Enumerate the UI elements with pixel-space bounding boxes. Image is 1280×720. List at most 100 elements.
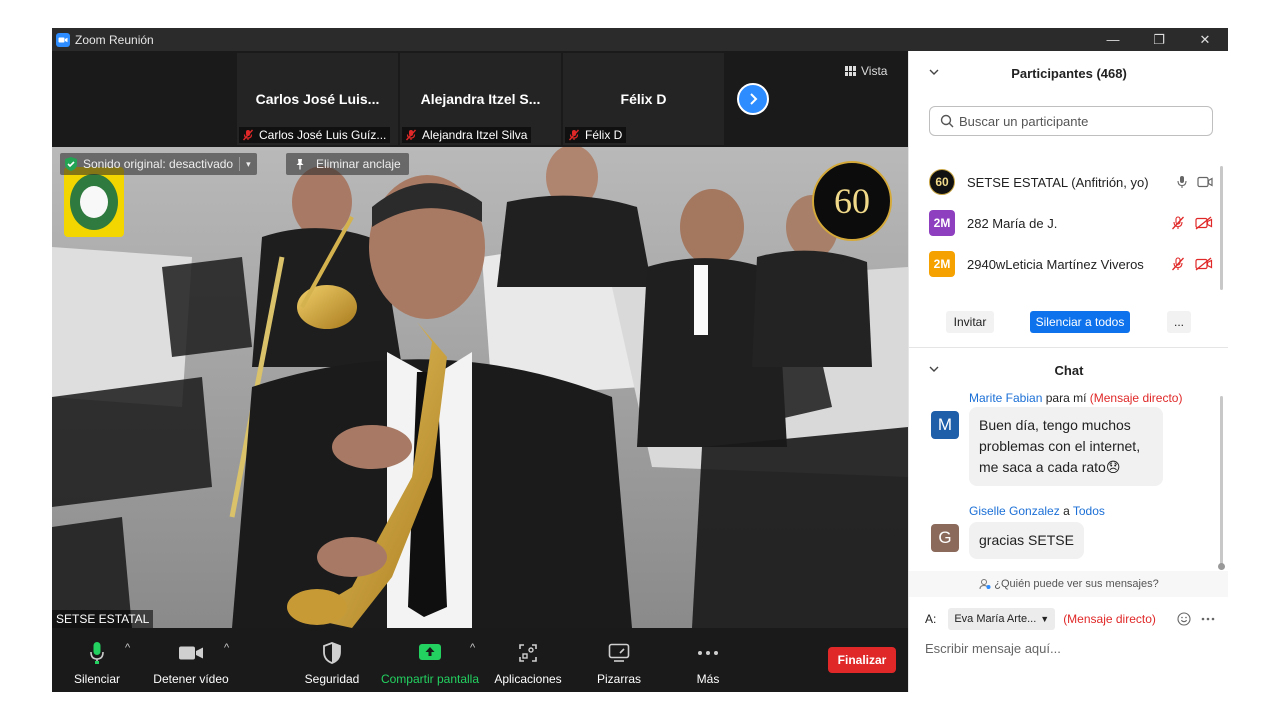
participant-tile[interactable]: Carlos José Luis... Carlos José Luis Guí…	[237, 53, 398, 145]
divider	[909, 347, 1228, 348]
recipient-select[interactable]: Eva María Arte... ▼	[948, 608, 1056, 630]
message-bubble[interactable]: Buen día, tengo muchos problemas con el …	[969, 407, 1163, 486]
mic-muted-icon	[568, 129, 580, 141]
chevron-down-icon[interactable]	[929, 67, 939, 77]
unpin-button[interactable]: Eliminar anclaje	[286, 153, 409, 175]
original-sound-toggle[interactable]: Sonido original: desactivado ▾	[60, 153, 257, 175]
mute-options-chevron-icon[interactable]: ^	[125, 642, 130, 654]
tile-label: Carlos José Luis Guíz...	[239, 127, 391, 143]
window-controls: — ❐ ✕	[1090, 28, 1228, 51]
apps-button[interactable]: Aplicaciones	[493, 634, 563, 686]
direct-message-label: (Mensaje directo)	[1063, 612, 1156, 626]
participant-row[interactable]: 2M 282 María de J.	[929, 205, 1213, 241]
whiteboard-icon	[608, 643, 630, 662]
view-button[interactable]: Vista	[845, 62, 887, 80]
participant-strip: Carlos José Luis... Carlos José Luis Guí…	[52, 51, 908, 147]
chat-header: Chat	[909, 350, 1228, 390]
participants-scrollbar[interactable]	[1220, 166, 1223, 290]
mute-button[interactable]: Silenciar	[74, 634, 120, 686]
mic-muted-icon[interactable]	[1171, 257, 1185, 271]
video-off-icon[interactable]	[1195, 216, 1213, 230]
avatar: M	[931, 411, 959, 439]
whiteboards-button[interactable]: Pizarras	[592, 634, 646, 686]
title-bar: Zoom Reunión — ❐ ✕	[52, 28, 1228, 51]
tile-name: Félix D	[620, 91, 667, 107]
tile-label: Félix D	[565, 127, 627, 143]
participants-header: Participantes (468)	[909, 53, 1228, 93]
microphone-icon	[90, 642, 104, 664]
chat-message-input[interactable]	[925, 637, 1215, 659]
avatar: 2M	[929, 251, 955, 277]
share-screen-icon	[419, 644, 441, 660]
participant-search[interactable]	[929, 106, 1213, 136]
participant-row[interactable]: 60 SETSE ESTATAL (Anfitrión, yo)	[929, 164, 1213, 200]
shield-icon	[323, 642, 341, 664]
mic-muted-icon[interactable]	[1171, 216, 1185, 230]
emoji-icon[interactable]	[1177, 612, 1191, 626]
participant-name: 282 María de J.	[967, 215, 1058, 231]
video-off-icon[interactable]	[1195, 257, 1213, 271]
chat-title: Chat	[1054, 362, 1084, 378]
tile-name: Carlos José Luis...	[255, 91, 380, 107]
divider	[239, 157, 241, 171]
video-options-chevron-icon[interactable]: ^	[224, 642, 229, 654]
mute-all-button[interactable]: Silenciar a todos	[1030, 311, 1130, 333]
security-button[interactable]: Seguridad	[304, 634, 360, 686]
meeting-toolbar: Silenciar ^ Detener vídeo ^ Seguridad Co…	[52, 628, 908, 692]
chevron-down-icon[interactable]: ▾	[246, 159, 251, 170]
participant-tile[interactable]: Félix D Félix D	[563, 53, 724, 145]
grid-view-icon	[845, 66, 856, 76]
participant-tile[interactable]: Alejandra Itzel S... Alejandra Itzel Sil…	[400, 53, 561, 145]
side-panel: Participantes (468) 60 SETSE ESTATAL (An…	[908, 51, 1228, 692]
close-button[interactable]: ✕	[1182, 28, 1228, 51]
sad-face-emoji-icon: 😞	[1105, 459, 1121, 475]
invite-button[interactable]: Invitar	[946, 311, 994, 333]
message-sender[interactable]: Marite Fabian	[969, 391, 1042, 405]
more-button[interactable]: Más	[688, 634, 728, 686]
restore-button[interactable]: ❐	[1136, 28, 1182, 51]
message-bubble[interactable]: gracias SETSE	[969, 522, 1084, 559]
participant-name: SETSE ESTATAL (Anfitrión, yo)	[967, 174, 1149, 190]
participant-row[interactable]: 2M 2940wLeticia Martínez Viveros	[929, 246, 1213, 282]
more-dots-icon	[698, 651, 718, 655]
who-can-see-messages-link[interactable]: ¿Quién puede ver sus mensajes?	[909, 571, 1228, 597]
participants-more-button[interactable]: ...	[1167, 311, 1191, 333]
video-camera-icon	[179, 646, 203, 660]
person-icon	[979, 579, 991, 590]
mic-muted-icon	[405, 129, 417, 141]
video-scene	[52, 147, 908, 628]
video-camera-icon[interactable]	[1197, 176, 1213, 188]
speaker-name-label: SETSE ESTATAL	[52, 610, 154, 628]
chat-scroll-thumb[interactable]	[1218, 563, 1225, 570]
share-screen-button[interactable]: Compartir pantalla	[380, 634, 480, 686]
main-video: 60 Sonido original: desactivado ▾ Elimin…	[52, 147, 908, 628]
share-options-chevron-icon[interactable]: ^	[470, 642, 475, 654]
participants-title: Participantes (468)	[1011, 65, 1127, 81]
avatar: 2M	[929, 210, 955, 236]
chat-scrollbar[interactable]	[1220, 396, 1223, 566]
mic-muted-icon	[242, 129, 254, 141]
message-header: Marite Fabian para mí (Mensaje directo)	[969, 391, 1183, 405]
avatar: 60	[929, 169, 955, 195]
participant-name: 2940wLeticia Martínez Viveros	[967, 256, 1144, 272]
stop-video-button[interactable]: Detener vídeo	[152, 634, 230, 686]
message-sender[interactable]: Giselle Gonzalez	[969, 504, 1060, 518]
microphone-icon[interactable]	[1177, 175, 1187, 189]
chevron-right-icon	[750, 93, 758, 105]
participant-search-input[interactable]	[959, 113, 1199, 129]
tile-label: Alejandra Itzel Silva	[402, 127, 532, 143]
end-meeting-button[interactable]: Finalizar	[828, 647, 896, 673]
search-icon	[940, 114, 954, 128]
zoom-window: Zoom Reunión — ❐ ✕ Carlos José Luis... C…	[52, 28, 1228, 692]
zoom-logo-icon	[56, 32, 70, 47]
pin-icon	[296, 159, 304, 170]
shield-check-icon	[65, 157, 77, 171]
minimize-button[interactable]: —	[1090, 28, 1136, 51]
next-page-button[interactable]	[737, 83, 769, 115]
window-title: Zoom Reunión	[75, 32, 154, 47]
avatar: G	[931, 524, 959, 552]
anniversary-logo: 60	[812, 161, 892, 241]
more-dots-icon[interactable]	[1201, 617, 1215, 621]
chevron-down-icon[interactable]	[929, 364, 939, 374]
recipient-row: A: Eva María Arte... ▼ (Mensaje directo)	[925, 608, 1215, 630]
